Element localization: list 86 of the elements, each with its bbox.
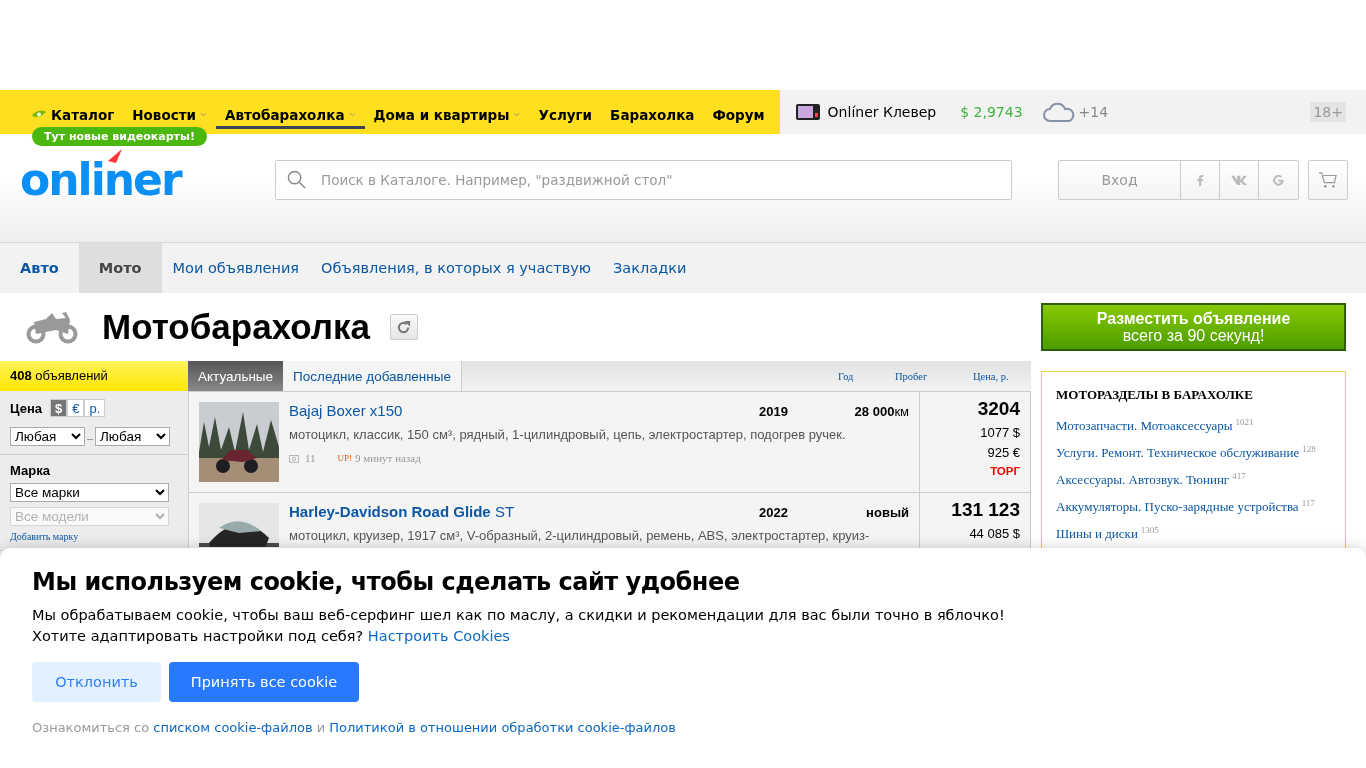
price-label: Цена	[10, 400, 42, 416]
price-from-select[interactable]: Любая	[10, 427, 85, 446]
price-byn: 131 123	[951, 499, 1020, 521]
vk-icon	[1230, 175, 1248, 185]
accept-button[interactable]: Принять все cookie	[169, 662, 359, 702]
column-header[interactable]: Год	[838, 361, 895, 391]
accent-mark-icon	[108, 149, 122, 163]
listing-time: 9 минут назад	[355, 452, 421, 464]
listing-count: 408 объявлений	[0, 361, 188, 391]
price-usd: 1077 $	[980, 425, 1020, 440]
section-count: 117	[1301, 498, 1315, 508]
column-header[interactable]: Цена, р.	[973, 361, 1031, 391]
search-field[interactable]: Поиск в Каталоге. Например, "раздвижной стол"	[275, 160, 1012, 200]
subnav-link[interactable]: Объявления, в которых я участвую	[310, 243, 603, 293]
decline-button[interactable]: Отклонить	[32, 662, 161, 702]
list-tab[interactable]: Актуальные	[188, 361, 284, 391]
cookie-text: Мы обрабатываем cookie, чтобы ваш веб-серфинг шел как по маслу, а скидки и рекомендации для вас были точно в яблочко!	[32, 606, 1006, 625]
section-tab[interactable]: Авто	[0, 243, 79, 293]
subnav-link[interactable]: Закладки	[602, 243, 698, 293]
logo[interactable]: onliner	[20, 155, 181, 205]
brand-label: Марка	[10, 463, 50, 478]
section-tab[interactable]: Мото	[78, 243, 162, 293]
nav-item[interactable]: Дома и квартиры	[364, 95, 530, 129]
caret-icon	[200, 112, 207, 117]
caret-icon	[348, 112, 356, 117]
nav-item[interactable]: Форум	[703, 95, 774, 129]
section-count: 1305	[1140, 525, 1159, 535]
nav-item[interactable]: Каталог	[22, 95, 124, 129]
price-byn: 3204	[977, 398, 1020, 420]
up-mark: UP!	[337, 453, 353, 463]
subnav-link[interactable]: Мои объявления	[161, 243, 311, 293]
cookie-title: Мы используем cookie, чтобы сделать сайт удобнее	[32, 568, 741, 596]
google-icon	[1272, 173, 1285, 187]
listing-mileage: новый	[865, 505, 909, 520]
price-eur: 925 €	[987, 445, 1020, 460]
cloud-icon	[1042, 101, 1075, 123]
camera-icon	[289, 453, 299, 463]
section-link[interactable]: Шины и диски	[1056, 526, 1138, 541]
nav-item[interactable]: Новости	[123, 95, 216, 129]
bargain-label: ТОРГ	[990, 465, 1020, 477]
listing-year: 2019	[759, 404, 789, 419]
section-link[interactable]: Аксессуары. Автозвук. Тюнинг	[1056, 472, 1230, 487]
cart-button[interactable]	[1308, 160, 1348, 200]
age-badge: 18+	[1310, 102, 1346, 122]
cart-icon	[1318, 171, 1338, 189]
listing-description: мотоцикл, классик, 150 см³, рядный, 1-цилиндровый, цепь, электростартер, подогрев ручек.	[289, 427, 847, 442]
caret-icon	[513, 112, 521, 117]
column-header[interactable]: Пробег	[895, 361, 973, 391]
listing-year: 2022	[759, 505, 789, 520]
listing-title[interactable]: Harley-Davidson Road Glide ST	[289, 503, 759, 520]
section-count: 1021	[1235, 417, 1254, 427]
search-icon	[287, 170, 306, 189]
section-link[interactable]: Услуги. Ремонт. Техническое обслуживание	[1056, 445, 1300, 460]
nav-item[interactable]: Услуги	[529, 95, 602, 129]
cookie-list-link[interactable]: списком cookie-файлов	[153, 720, 313, 735]
sections-heading: МОТОРАЗДЕЛЫ В БАРАХОЛКЕ	[1056, 387, 1254, 403]
price-usd: 44 085 $	[969, 526, 1020, 541]
currency-toggle[interactable]: €	[67, 399, 85, 417]
cookie-policy-link[interactable]: Политикой в отношении обработки cookie-файлов	[329, 720, 676, 735]
nav-item[interactable]: Автобарахолка	[216, 95, 365, 129]
tv-icon	[795, 104, 820, 120]
cookie-settings-link[interactable]: Настроить Cookies	[367, 628, 510, 644]
section-count: 417	[1232, 471, 1246, 481]
facebook-icon	[1196, 173, 1204, 187]
currency-toggle[interactable]: $	[49, 399, 68, 417]
price-to-select[interactable]: Любая	[95, 427, 170, 446]
clever-link[interactable]: Onlíner Клевер	[827, 104, 937, 120]
brand-select[interactable]: Все марки	[10, 483, 169, 502]
cookie-footer-text: и	[316, 720, 326, 735]
listing-mileage: 28 000км	[853, 404, 909, 419]
listing-title[interactable]: Bajaj Boxer x150	[289, 402, 759, 419]
section-link[interactable]: Аккумуляторы. Пуско-зарядные устройства	[1056, 499, 1299, 514]
refresh-button[interactable]	[389, 314, 418, 340]
refresh-icon	[396, 319, 412, 335]
motorcycle-icon	[26, 310, 78, 344]
photo-count: 11	[305, 452, 316, 464]
section-link[interactable]: Мотозапчасти. Мотоаксессуары	[1056, 418, 1233, 433]
cookie-question: Хотите адаптировать настройки под себя?	[32, 628, 364, 644]
listing-description: мотоцикл, круизер, 1917 см³, V-образный, 2-цилиндровый, ремень, ABS, электростартер, круиз-	[289, 528, 871, 543]
add-brand-link[interactable]: Добавить марку	[10, 531, 79, 542]
list-tab[interactable]: Последние добавленные	[283, 361, 462, 391]
currency-toggle[interactable]: р.	[84, 399, 106, 417]
cookie-footer-text: Ознакомиться со	[32, 720, 150, 735]
page-title: Мотобарахолка	[102, 307, 370, 347]
nav-item[interactable]: Барахолка	[601, 95, 704, 129]
section-count: 128	[1302, 444, 1316, 454]
